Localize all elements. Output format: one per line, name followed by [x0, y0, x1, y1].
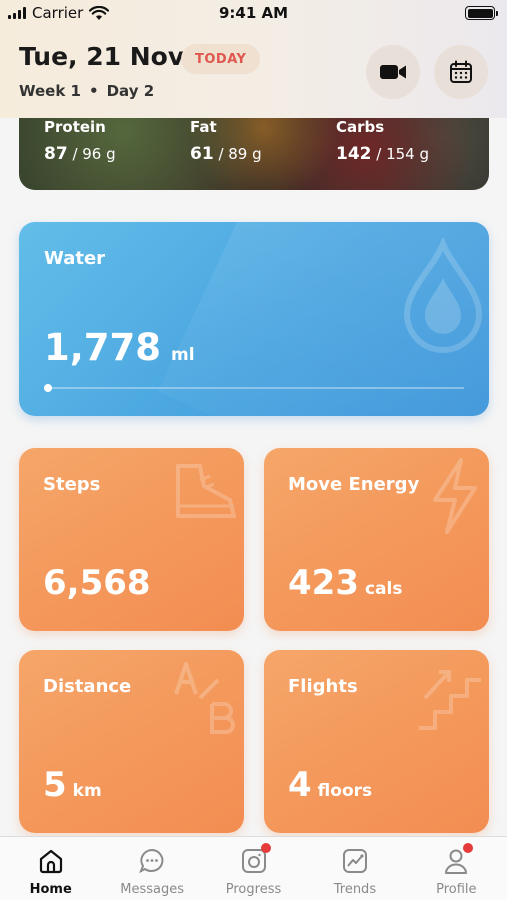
separator-dot: • [89, 82, 99, 100]
water-value: 1,778 [44, 326, 162, 369]
tab-profile-label: Profile [436, 882, 477, 897]
steps-value: 6,568 [43, 563, 151, 603]
steps-card[interactable]: Steps 6,568 [19, 448, 244, 631]
tab-messages[interactable]: Messages [101, 837, 202, 900]
move-energy-unit: cals [364, 579, 403, 599]
tab-bar: Home Messages Progress Trends Profile [0, 836, 507, 900]
week-label: Week 1 [19, 82, 81, 100]
stairs-icon [419, 670, 481, 730]
day-label: Day 2 [106, 82, 155, 100]
tab-home-label: Home [29, 882, 72, 897]
chat-icon [138, 847, 166, 875]
calendar-button[interactable] [434, 45, 488, 99]
tab-home[interactable]: Home [0, 837, 101, 900]
move-energy-title: Move Energy [288, 474, 420, 495]
fat-label: Fat [190, 118, 217, 136]
flights-value-line: 4 floors [288, 765, 372, 805]
carbs-label: Carbs [336, 118, 385, 136]
steps-title: Steps [43, 474, 101, 495]
progress-notification-dot [260, 843, 271, 853]
move-energy-card[interactable]: Move Energy 423 cals [264, 448, 489, 631]
tab-profile[interactable]: Profile [406, 837, 507, 900]
move-energy-value-line: 423 cals [288, 563, 402, 603]
flights-title: Flights [288, 676, 358, 697]
water-progress-track[interactable] [44, 384, 464, 392]
tab-trends-label: Trends [333, 882, 377, 897]
distance-value: 5 [43, 765, 67, 805]
carrier-label: Carrier [32, 4, 84, 22]
trend-chart-icon [341, 847, 369, 875]
carbs-value-line: 142 / 154 g [336, 144, 429, 164]
protein-value-line: 87 / 96 g [44, 144, 116, 164]
wifi-icon [89, 5, 110, 20]
macro-protein: Protein 87 / 96 g [44, 118, 116, 164]
home-icon [37, 847, 65, 875]
person-icon [442, 843, 474, 875]
tab-trends[interactable]: Trends [304, 837, 405, 900]
flights-card[interactable]: Flights 4 floors [264, 650, 489, 833]
protein-label: Protein [44, 118, 106, 136]
protein-value: 87 [44, 144, 68, 164]
calendar-icon [450, 60, 472, 83]
carbs-value: 142 [336, 144, 372, 164]
shoe-icon [176, 464, 236, 518]
distance-value-line: 5 km [43, 765, 102, 805]
fat-value: 61 [190, 144, 214, 164]
status-bar: Carrier 9:41 AM [0, 0, 507, 26]
tab-progress-label: Progress [225, 882, 282, 897]
macro-carbs: Carbs 142 / 154 g [336, 118, 429, 164]
fat-goal: / 89 g [213, 145, 262, 163]
lightning-icon [433, 458, 477, 534]
protein-goal: / 96 g [67, 145, 116, 163]
water-value-line: 1,778 ml [44, 326, 195, 369]
macro-fat: Fat 61 / 89 g [190, 118, 262, 164]
distance-title: Distance [43, 676, 132, 697]
flights-value: 4 [288, 765, 312, 805]
signal-icon [8, 7, 26, 19]
camera-frame-icon [240, 843, 271, 875]
move-energy-value: 423 [288, 563, 359, 603]
water-card[interactable]: Water 1,778 ml [19, 222, 489, 416]
water-drop-icon [403, 238, 483, 353]
water-unit: ml [171, 345, 195, 365]
carbs-goal: / 154 g [371, 145, 430, 163]
distance-unit: km [72, 781, 102, 801]
week-day-line: Week 1 • Day 2 [19, 82, 154, 100]
profile-notification-dot [463, 843, 474, 853]
a-to-b-icon [174, 662, 235, 734]
fat-value-line: 61 / 89 g [190, 144, 262, 164]
tab-messages-label: Messages [120, 882, 184, 897]
battery-icon [465, 6, 498, 20]
steps-value-line: 6,568 [43, 563, 157, 603]
water-progress-knob[interactable] [44, 384, 53, 392]
flights-unit: floors [317, 781, 373, 801]
today-badge[interactable]: TODAY [181, 44, 261, 74]
distance-card[interactable]: Distance 5 km [19, 650, 244, 833]
video-button[interactable] [366, 45, 420, 99]
water-title: Water [44, 248, 106, 269]
tab-progress[interactable]: Progress [203, 837, 304, 900]
date-title: Tue, 21 Nov [19, 42, 185, 71]
status-left: Carrier [8, 4, 110, 22]
video-icon [380, 65, 406, 79]
